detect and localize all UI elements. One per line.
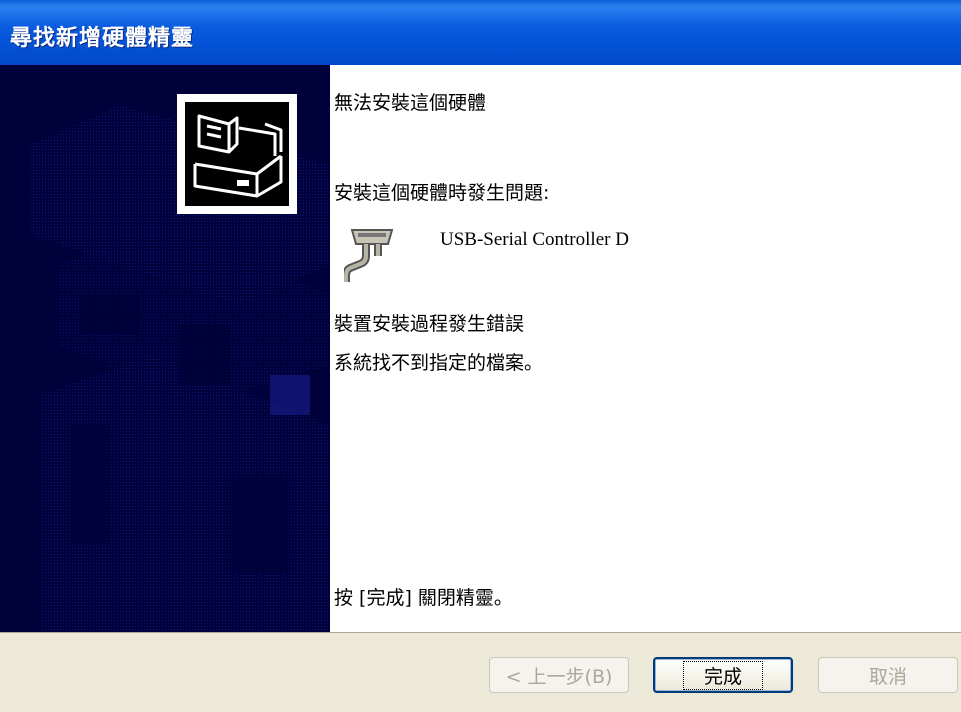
cancel-button[interactable]: 取消 bbox=[818, 657, 958, 693]
back-button[interactable]: < 上一步(B) bbox=[489, 657, 629, 693]
cancel-button-label: 取消 bbox=[868, 665, 907, 688]
finish-hint: 按 [完成] 關閉精靈。 bbox=[334, 587, 513, 609]
wizard-window: 尋找新增硬體精靈 無法安裝這個硬體 安裝這個硬體時發生問題: USB-Seria… bbox=[0, 0, 961, 712]
problem-label: 安裝這個硬體時發生問題: bbox=[334, 182, 550, 204]
title-bar[interactable]: 尋找新增硬體精靈 bbox=[0, 0, 961, 65]
button-bar: < 上一步(B) 完成 取消 bbox=[0, 632, 961, 712]
error-detail: 系統找不到指定的檔案。 bbox=[334, 352, 544, 374]
error-title: 裝置安裝過程發生錯誤 bbox=[334, 313, 525, 335]
wizard-content: 無法安裝這個硬體 安裝這個硬體時發生問題: USB-Serial Control… bbox=[330, 65, 961, 632]
page-heading: 無法安裝這個硬體 bbox=[334, 92, 487, 114]
finish-button-label: 完成 bbox=[682, 660, 763, 690]
wizard-side-banner bbox=[0, 65, 330, 632]
back-button-label: < 上一步(B) bbox=[505, 665, 613, 688]
window-title: 尋找新增硬體精靈 bbox=[10, 26, 195, 51]
device-name: USB-Serial Controller D bbox=[440, 229, 629, 250]
hardware-icon bbox=[177, 94, 297, 214]
finish-button[interactable]: 完成 bbox=[653, 657, 793, 693]
serial-port-icon bbox=[342, 222, 404, 284]
